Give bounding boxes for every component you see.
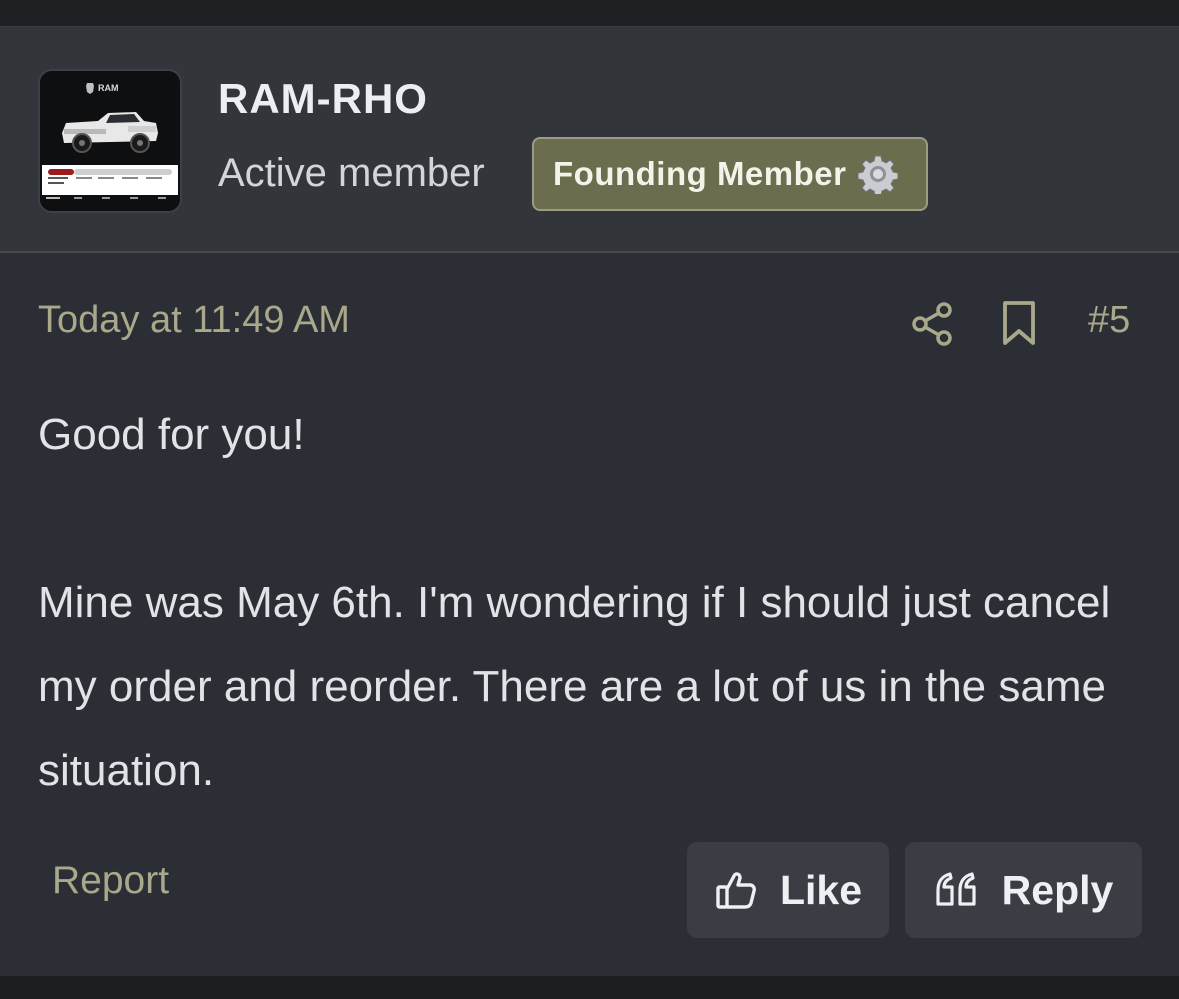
message-paragraph: Good for you! [38,410,305,459]
like-label: Like [779,866,863,913]
user-title: Active member [218,151,485,195]
order-tracker [40,165,180,211]
post-message: Good for you! Mine was May 6th. I'm wond… [38,393,1148,813]
like-button[interactable]: Like [687,842,889,938]
top-edge [0,0,1179,26]
post-author-header: RAM RAM-RHO Active member Founding Membe… [0,27,1179,253]
forum-post: RAM RAM-RHO Active member Founding Membe… [0,26,1179,977]
badge-label: Founding Member [553,155,847,192]
founding-member-badge: Founding Member [532,137,928,211]
gear-icon [858,155,899,194]
message-paragraph: Mine was May 6th. I'm wondering if I sho… [38,578,1111,795]
bookmark-icon[interactable] [998,299,1040,347]
truck-avatar-image: RAM [40,71,180,211]
thumbs-up-icon [716,872,756,909]
svg-text:RAM: RAM [98,83,119,93]
post-timestamp[interactable]: Today at 11:49 AM [38,299,350,342]
reply-button[interactable]: Reply [905,842,1142,938]
avatar[interactable]: RAM [38,69,182,213]
bottom-edge [0,976,1179,999]
report-link[interactable]: Report [52,859,169,903]
username[interactable]: RAM-RHO [218,75,428,123]
post-number[interactable]: #5 [1088,299,1130,342]
share-icon[interactable] [910,301,956,347]
reply-label: Reply [1001,866,1114,913]
ram-logo: RAM [86,83,119,94]
quote-icon [936,872,976,906]
